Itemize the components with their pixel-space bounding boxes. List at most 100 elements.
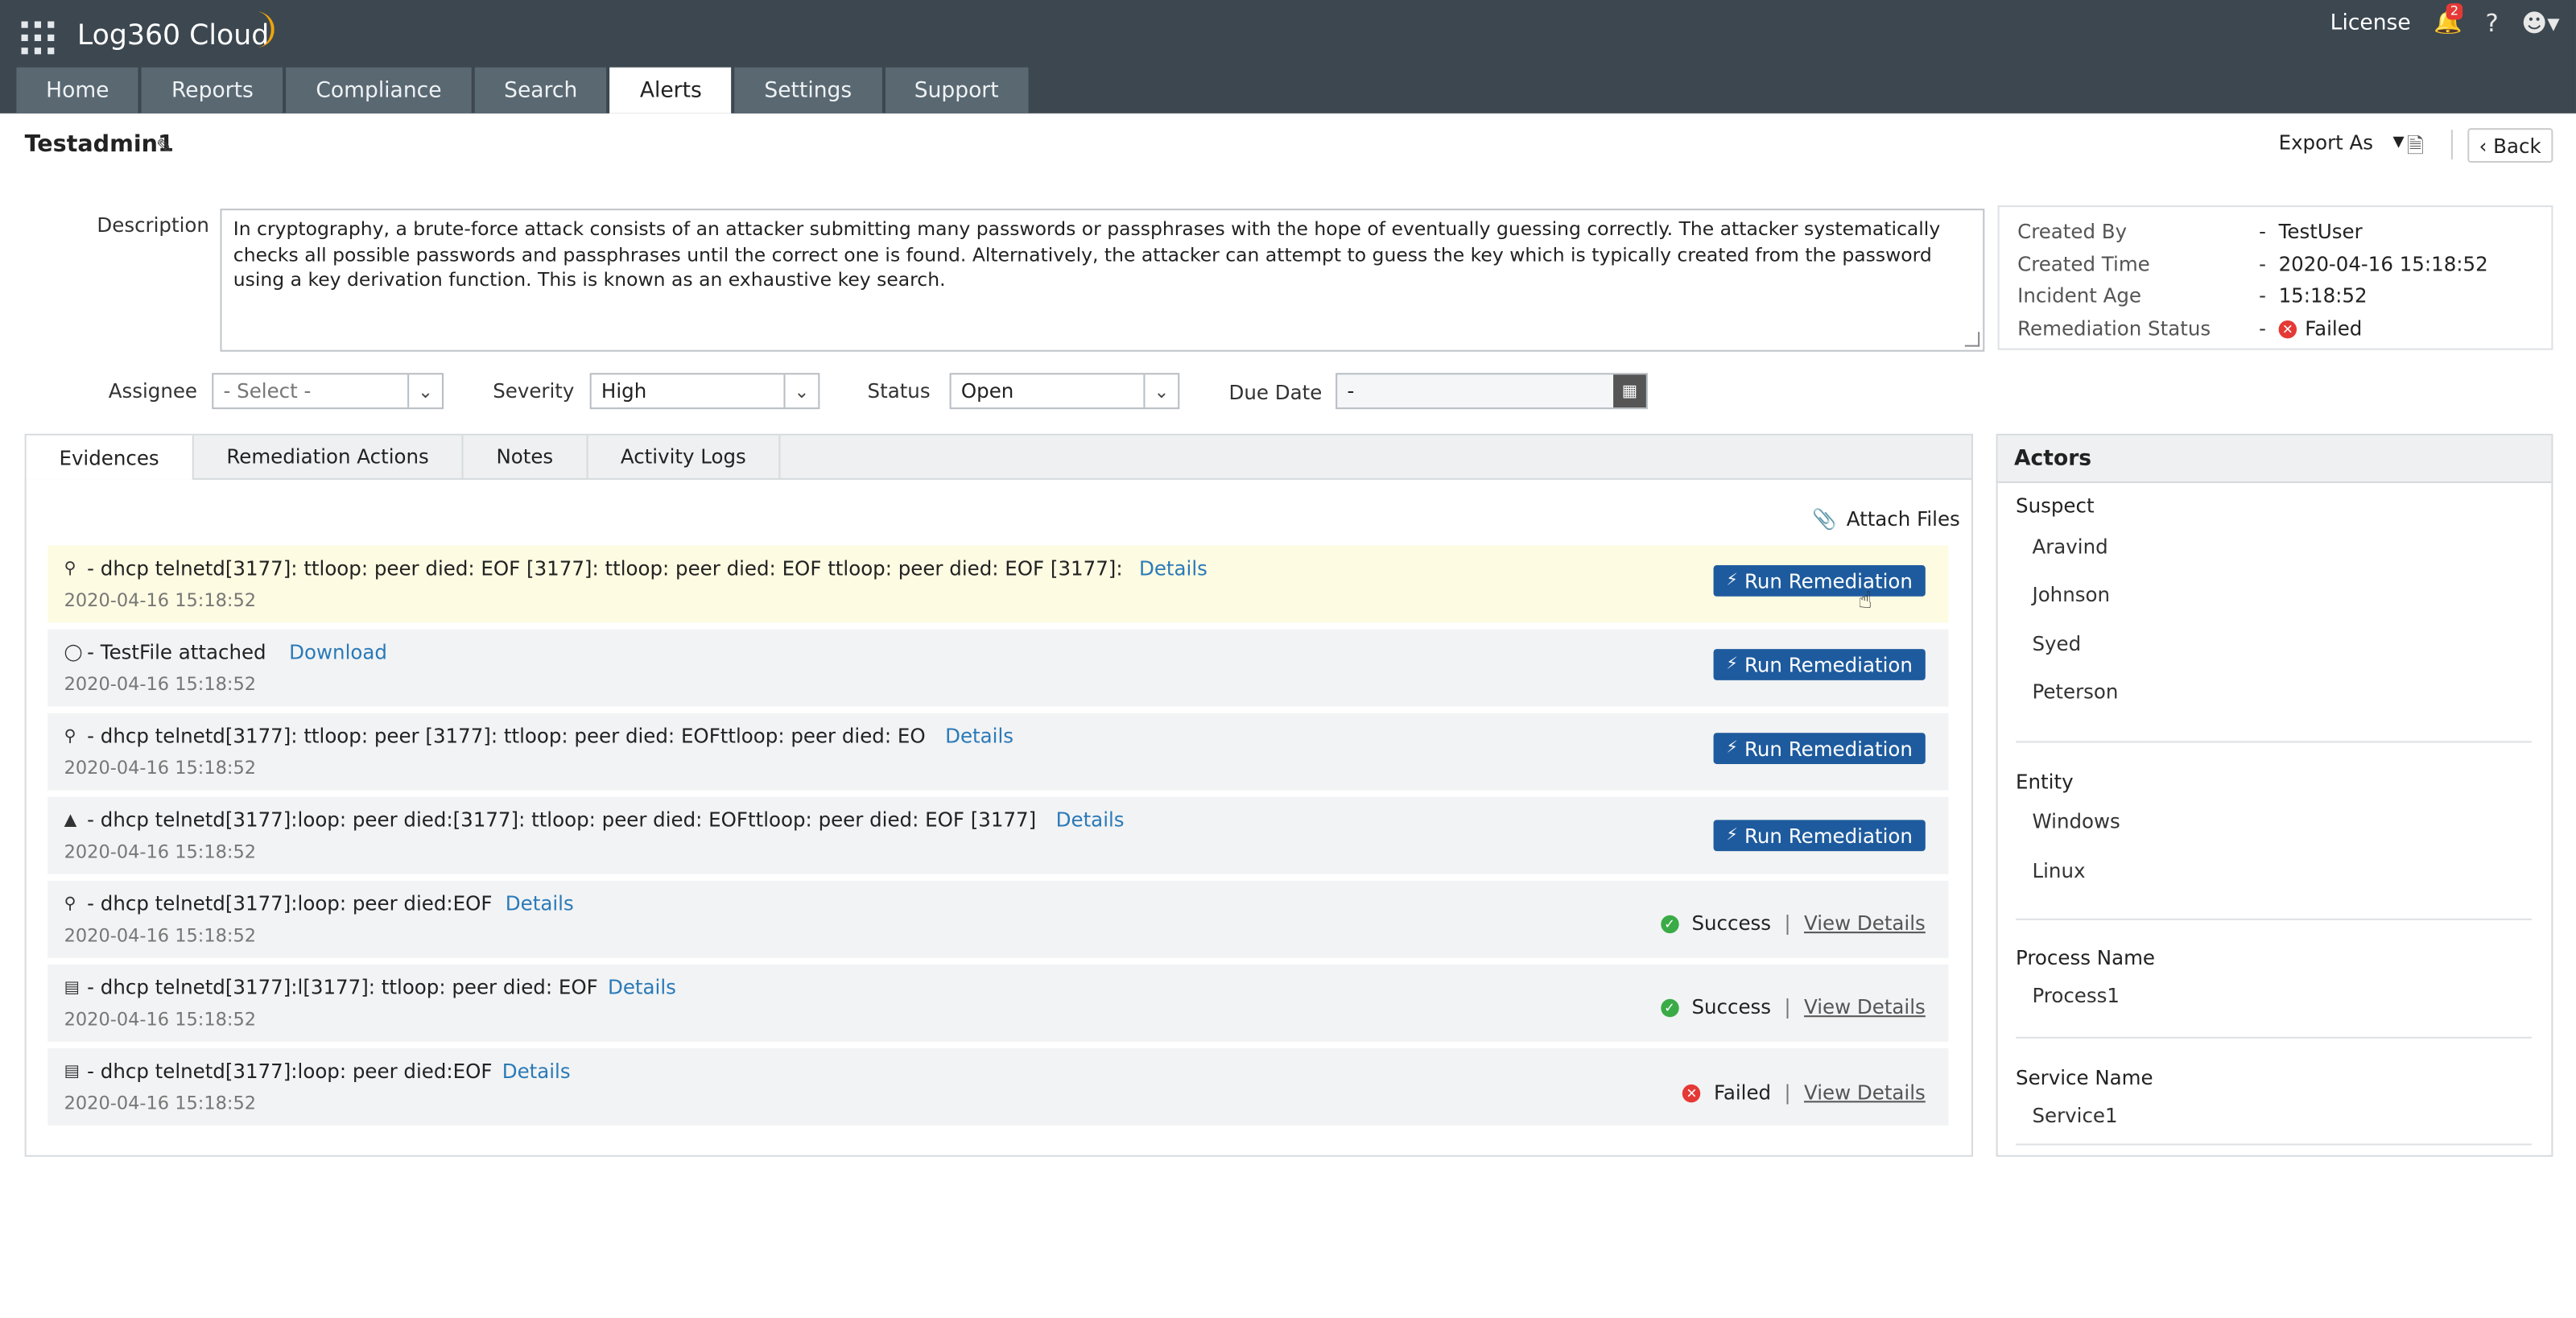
divider: |	[1784, 1080, 1791, 1105]
lightning-icon: ⚡	[1726, 655, 1738, 674]
run-remediation-button[interactable]: ⚡ Run Remediation	[1713, 733, 1926, 764]
divider: |	[1784, 995, 1791, 1019]
process-name-value: Process1	[2032, 984, 2120, 1008]
description-label: Description	[97, 213, 209, 237]
due-date-label: Due Date	[1228, 381, 1323, 405]
tab-alerts[interactable]: Alerts	[610, 67, 732, 114]
status-select[interactable]: Open ⌄	[949, 373, 1180, 410]
evidence-row: ▤ - dhcp telnetd[3177]:loop: peer died:EO…	[47, 1048, 1949, 1126]
subtab-activity-logs[interactable]: Activity Logs	[588, 435, 781, 478]
tab-settings[interactable]: Settings	[734, 67, 881, 114]
details-link[interactable]: Details	[506, 892, 574, 915]
evidence-text: - dhcp telnetd[3177]:loop: peer died:EOF	[87, 892, 493, 915]
description-textarea[interactable]: In cryptography, a brute-force attack co…	[220, 209, 1985, 352]
back-label: Back	[2493, 134, 2541, 157]
help-icon[interactable]: ?	[2485, 8, 2498, 38]
license-link[interactable]: License	[2330, 10, 2411, 35]
incident-age-label: Incident Age	[2017, 284, 2142, 308]
created-by-label: Created By	[2017, 220, 2128, 244]
created-by-value: TestUser	[2278, 220, 2363, 244]
remediation-status-value: ✕ Failed	[2278, 316, 2363, 341]
evidence-time: 2020-04-16 15:18:52	[64, 589, 257, 612]
search-icon: ⚲	[64, 895, 76, 913]
success-check-icon: ✓	[1660, 998, 1679, 1017]
suspect-item: Syed	[2032, 632, 2082, 656]
tab-compliance[interactable]: Compliance	[286, 67, 472, 114]
evidence-row: ▲ - dhcp telnetd[3177]:loop: peer died:[3…	[47, 796, 1949, 874]
resize-grip-icon[interactable]	[1964, 332, 1980, 347]
top-bar: Log360 Cloud License 🔔 2 ? ☻▾ Home Report…	[0, 0, 2576, 114]
bell-icon: ▲	[64, 811, 77, 829]
subtab-evidences[interactable]: Evidences	[26, 435, 194, 480]
evidence-time: 2020-04-16 15:18:52	[64, 757, 257, 779]
failed-x-icon: ✕	[1682, 1083, 1701, 1102]
suspect-item: Aravind	[2032, 535, 2108, 559]
suspect-item: Peterson	[2032, 680, 2119, 704]
evidence-time: 2020-04-16 15:18:52	[64, 1009, 257, 1031]
calendar-icon[interactable]: ▦	[1613, 374, 1646, 408]
back-button[interactable]: ‹ Back	[2467, 128, 2553, 163]
download-link[interactable]: Download	[289, 641, 387, 664]
run-remediation-button[interactable]: ⚡ Run Remediation	[1713, 820, 1926, 852]
remediation-status-text: Failed	[2305, 316, 2363, 341]
search-icon: ⚲	[64, 559, 76, 578]
evidence-text: - dhcp telnetd[3177]: ttloop: peer died:…	[87, 556, 1123, 580]
export-settings-icon[interactable]: 🗎	[2407, 131, 2424, 167]
evidence-time: 2020-04-16 15:18:52	[64, 1093, 257, 1114]
details-link[interactable]: Details	[1056, 808, 1125, 832]
remediation-result: ✓ Success | View Details	[1660, 995, 1926, 1019]
result-status: Failed	[1714, 1080, 1772, 1105]
view-details-link[interactable]: View Details	[1804, 1081, 1926, 1105]
view-details-link[interactable]: View Details	[1804, 912, 1926, 936]
divider: |	[1784, 911, 1791, 936]
attach-files-label: Attach Files	[1846, 507, 1960, 531]
divider	[2016, 918, 2532, 920]
run-remediation-button[interactable]: ⚡ Run Remediation	[1713, 649, 1926, 680]
status-label: Status	[867, 379, 931, 403]
search-icon: ⚲	[64, 727, 76, 746]
due-date-input[interactable]: - ▦	[1335, 373, 1648, 410]
tab-search[interactable]: Search	[474, 67, 608, 114]
evidence-text: - dhcp telnetd[3177]:l[3177]: ttloop: pe…	[87, 976, 598, 999]
remediation-status-label: Remediation Status	[2017, 316, 2211, 341]
assignee-select[interactable]: - Select - ⌄	[212, 373, 444, 410]
process-name-label: Process Name	[2016, 946, 2156, 970]
severity-select[interactable]: High ⌄	[589, 373, 820, 410]
user-account-icon[interactable]: ☻▾	[2521, 8, 2559, 38]
subtab-notes[interactable]: Notes	[464, 435, 588, 478]
export-as-dropdown[interactable]: Export As ▼	[2279, 131, 2405, 155]
run-remediation-label: Run Remediation	[1744, 737, 1913, 760]
export-as-label: Export As	[2278, 131, 2374, 155]
run-remediation-label: Run Remediation	[1744, 569, 1913, 593]
severity-label: Severity	[493, 379, 575, 403]
chevron-down-icon: ⌄	[407, 374, 442, 408]
paperclip-icon: 📎	[1812, 507, 1837, 531]
app-logo[interactable]: Log360 Cloud	[77, 19, 269, 52]
logo-swoosh-icon	[248, 11, 275, 48]
run-remediation-button[interactable]: ⚡ Run Remediation	[1713, 565, 1926, 597]
shield-icon: ◯	[64, 642, 83, 662]
subtab-remediation-actions[interactable]: Remediation Actions	[194, 435, 464, 478]
notification-bell-icon[interactable]: 🔔 2	[2434, 3, 2462, 36]
success-check-icon: ✓	[1660, 914, 1679, 933]
remediation-result: ✓ Success | View Details	[1660, 911, 1926, 936]
view-details-link[interactable]: View Details	[1804, 996, 1926, 1019]
hand-cursor-icon: ☝	[1858, 588, 1872, 615]
details-link[interactable]: Details	[502, 1060, 571, 1083]
attach-files-button[interactable]: 📎 Attach Files	[1812, 508, 1960, 531]
tab-support[interactable]: Support	[885, 67, 1029, 114]
details-link[interactable]: Details	[945, 725, 1013, 748]
due-date-value: -	[1347, 379, 1355, 403]
evidence-time: 2020-04-16 15:18:52	[64, 924, 257, 947]
apps-grid-icon[interactable]	[21, 21, 55, 55]
info-dash: -	[2259, 316, 2266, 341]
chevron-down-icon: ▼	[2392, 134, 2405, 151]
result-status: Success	[1691, 995, 1772, 1019]
service-name-value: Service1	[2032, 1104, 2118, 1127]
details-link[interactable]: Details	[608, 976, 676, 999]
tab-home[interactable]: Home	[16, 67, 139, 114]
edit-pencil-icon[interactable]: ✎	[156, 134, 173, 158]
tab-reports[interactable]: Reports	[142, 67, 283, 114]
details-link[interactable]: Details	[1139, 557, 1208, 580]
evidence-text: - dhcp telnetd[3177]: ttloop: peer [3177…	[87, 724, 926, 748]
